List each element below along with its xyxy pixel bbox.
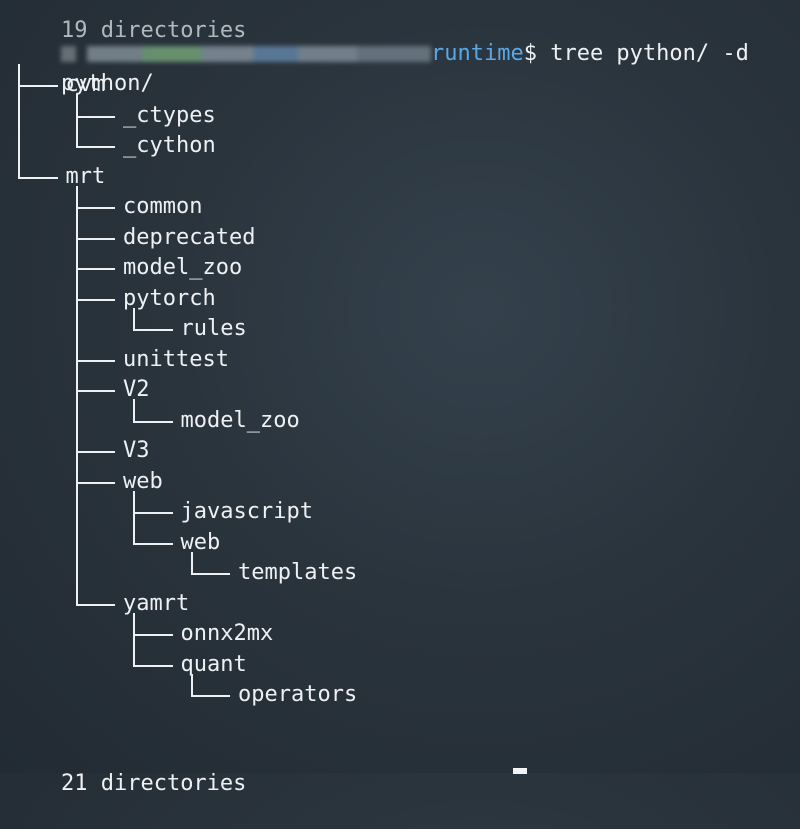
summary-line: 21 directories	[8, 739, 246, 796]
command-text: tree python/ -d	[550, 41, 749, 66]
tree-root: python/	[8, 39, 154, 96]
tree-stem-line	[133, 490, 135, 514]
prompt-symbol: $	[523, 41, 537, 66]
tree-stem-line	[75, 481, 78, 606]
tree-branch-line	[75, 481, 115, 484]
tree-dir-deprecated: deprecated	[123, 224, 256, 250]
tree-dir-web: web	[180, 529, 221, 555]
tree-dir-v2: V2	[123, 377, 150, 402]
tree-stem-line	[75, 185, 78, 209]
tree-stem-line	[75, 298, 78, 362]
tree-branch-line	[75, 603, 115, 606]
tree-stem-line	[75, 268, 78, 301]
tree-dir-unittest: unittest	[123, 346, 229, 372]
terminal-window[interactable]: 19 directories runtime$ tree python/ -d …	[0, 0, 800, 796]
tree-dir-model-zoo: model_zoo	[180, 407, 300, 433]
tree-dir-cvm: cvm	[65, 72, 106, 97]
tree-branch-line	[18, 85, 58, 87]
tree-branch-line	[75, 359, 115, 362]
tree-dir--ctypes: _ctypes	[123, 102, 216, 128]
tree-stem-line	[75, 94, 78, 118]
tree-branch-line	[190, 573, 230, 575]
tree-dir--cython: _cython	[123, 133, 216, 158]
tree-branch-line	[133, 634, 173, 636]
tree-stem-line	[75, 237, 78, 270]
tree-stem-line	[75, 115, 78, 148]
tree-dir-pytorch: pytorch	[123, 285, 216, 311]
tree-stem-line	[75, 451, 78, 484]
tree-stem-line	[18, 64, 20, 87]
tree-dir-rules: rules	[180, 316, 247, 341]
tree-dir-model-zoo: model_zoo	[123, 255, 243, 280]
tree-stem-line	[18, 85, 20, 179]
tree-stem-line	[133, 307, 135, 331]
tree-dir-operators: operators	[238, 682, 358, 707]
tree-stem-line	[133, 634, 135, 667]
tree-branch-line	[75, 115, 115, 118]
tree-branch-line	[133, 512, 173, 514]
tree-branch-line	[75, 268, 115, 270]
tree-dir-common: common	[123, 194, 203, 219]
tree-stem-line	[75, 207, 78, 240]
tree-branch-line	[190, 695, 230, 697]
tree-stem-line	[133, 512, 135, 545]
tree-stem-line	[75, 359, 78, 392]
tree-branch-line	[75, 298, 115, 301]
tree-branch-line	[75, 390, 115, 392]
tree-dir-onnx2mx: onnx2mx	[180, 621, 274, 646]
tree-dir-templates: templates	[238, 560, 358, 585]
tree-branch-line	[133, 420, 173, 423]
terminal-cursor	[513, 768, 527, 774]
tree-dir-javascript: javascript	[180, 499, 313, 524]
tree-stem-line	[133, 612, 135, 636]
tree-stem-line	[190, 673, 193, 697]
prompt-line: runtime$ tree python/ -d	[8, 9, 749, 66]
summary-text: 21 directories	[60, 771, 247, 796]
tree-branch-line	[75, 146, 115, 148]
prompt-directory: runtime	[430, 41, 524, 66]
tree-dir-mrt: mrt	[65, 163, 106, 189]
tree-branch-line	[18, 176, 58, 179]
tree-branch-line	[133, 542, 173, 545]
tree-branch-line	[75, 451, 115, 453]
tree-stem-line	[190, 551, 193, 575]
tree-stem-line	[133, 399, 135, 423]
tree-branch-line	[133, 329, 173, 331]
tree-dir-v3: V3	[123, 438, 150, 463]
tree-branch-line	[75, 237, 115, 240]
tree-stem-line	[75, 390, 78, 453]
tree-branch-line	[133, 664, 173, 667]
tree-branch-line	[75, 207, 115, 209]
tree-dir-web: web	[123, 468, 163, 494]
